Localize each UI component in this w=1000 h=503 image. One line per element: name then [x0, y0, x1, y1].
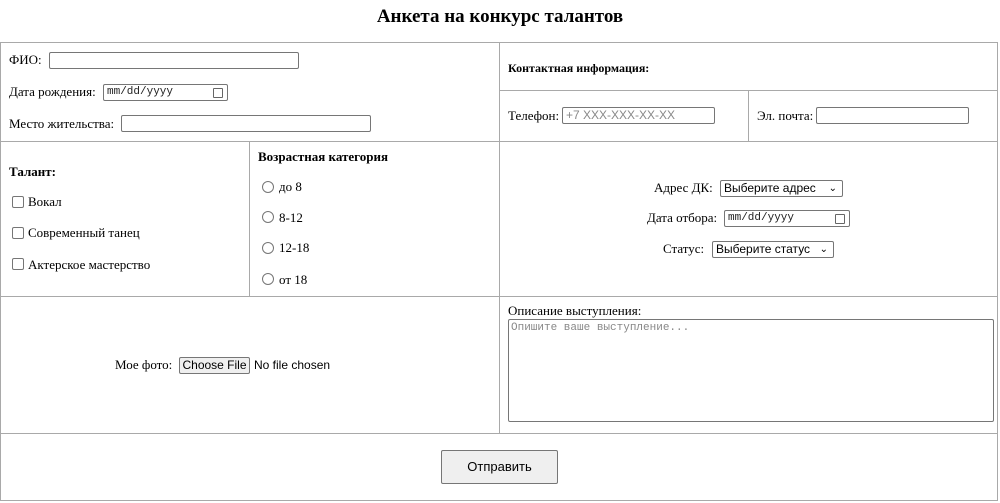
birth-date-label: Дата рождения: — [9, 84, 96, 99]
phone-placeholder: +7 XXX-XXX-XX-XX — [566, 108, 676, 122]
column-divider — [249, 141, 250, 296]
address-select[interactable]: Выберите адрес ⌄ — [720, 180, 843, 197]
talent-checkbox-acting[interactable] — [12, 258, 24, 270]
age-heading: Возрастная категория — [258, 149, 388, 164]
description-label: Описание выступления: — [508, 303, 642, 318]
calendar-icon[interactable] — [835, 214, 845, 224]
talent-checkbox-vocal[interactable] — [12, 196, 24, 208]
fio-label: ФИО: — [9, 52, 42, 67]
choose-file-button[interactable]: Choose File — [179, 357, 250, 374]
age-radio[interactable] — [262, 273, 274, 285]
age-label: 8-12 — [279, 210, 303, 225]
page-title: Анкета на конкурс талантов — [376, 6, 624, 27]
phone-input[interactable]: +7 XXX-XXX-XX-XX — [562, 107, 715, 124]
talent-heading: Талант: — [9, 164, 56, 179]
selection-date-label: Дата отбора: — [647, 210, 718, 225]
email-input[interactable] — [816, 107, 969, 124]
email-label: Эл. почта: — [757, 108, 814, 123]
talent-checkbox-dance[interactable] — [12, 227, 24, 239]
description-textarea[interactable]: Опишите ваше выступление... — [508, 319, 994, 422]
status-value: Выберите статус — [716, 242, 811, 256]
chevron-down-icon: ⌄ — [828, 183, 837, 194]
submit-button[interactable]: Отправить — [441, 450, 558, 484]
residence-label: Место жительства: — [9, 116, 115, 131]
phone-label: Телефон: — [508, 108, 560, 123]
description-placeholder: Опишите ваше выступление... — [511, 322, 690, 334]
selection-date-input[interactable]: mm/dd/yyyy — [724, 210, 850, 227]
age-radio[interactable] — [262, 181, 274, 193]
table-border — [0, 42, 1, 501]
status-select[interactable]: Выберите статус ⌄ — [712, 241, 834, 258]
chevron-down-icon: ⌄ — [819, 244, 828, 255]
birth-date-input[interactable]: mm/dd/yyyy — [103, 84, 228, 101]
age-radio[interactable] — [262, 242, 274, 254]
column-divider — [748, 90, 749, 141]
contact-heading: Контактная информация: — [508, 61, 650, 75]
address-label: Адрес ДК: — [654, 180, 713, 195]
selection-date-placeholder: mm/dd/yyyy — [728, 212, 795, 224]
status-label: Статус: — [663, 241, 705, 256]
talent-label: Современный танец — [28, 225, 140, 240]
file-status: No file chosen — [254, 358, 331, 372]
column-divider — [499, 42, 500, 433]
age-radio[interactable] — [262, 211, 274, 223]
age-label: до 8 — [279, 179, 302, 194]
table-border — [0, 500, 998, 501]
table-border — [997, 42, 998, 501]
talent-label: Вокал — [28, 194, 62, 209]
calendar-icon[interactable] — [213, 88, 223, 98]
fio-input[interactable] — [49, 52, 299, 69]
birth-date-placeholder: mm/dd/yyyy — [107, 86, 174, 98]
address-value: Выберите адрес — [724, 181, 816, 195]
age-label: от 18 — [279, 272, 308, 287]
age-label: 12-18 — [279, 240, 310, 255]
residence-input[interactable] — [121, 115, 371, 132]
row-divider — [0, 433, 998, 434]
talent-label: Актерское мастерство — [28, 257, 151, 272]
photo-label: Мое фото: — [115, 357, 173, 372]
